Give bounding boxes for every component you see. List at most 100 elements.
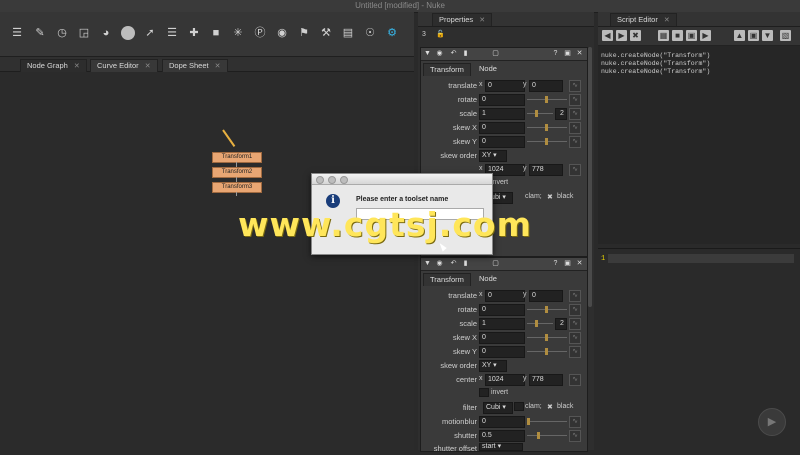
curve-icon[interactable]: ∿ [569, 374, 581, 386]
toolsets-icon[interactable]: ☰ [10, 26, 24, 40]
tab-transform[interactable]: Transform [423, 63, 471, 76]
revert-icon[interactable]: ↶ [449, 49, 458, 58]
close-icon[interactable]: ✕ [575, 49, 584, 58]
skewx-slider[interactable] [527, 124, 567, 131]
curve-icon[interactable]: ∿ [569, 332, 581, 344]
skewx-slider[interactable] [527, 334, 567, 341]
node-color-icon[interactable]: ▮ [461, 259, 470, 268]
keyer-icon[interactable]: ➚ [143, 26, 157, 40]
curve-icon[interactable]: ∿ [569, 346, 581, 358]
translate-x-field[interactable]: 0 [485, 290, 525, 302]
rotate-slider[interactable] [527, 306, 567, 313]
skewx-field[interactable]: 0 [479, 122, 525, 134]
metadata-icon[interactable]: ⚑ [297, 26, 311, 40]
close-icon[interactable]: ✕ [145, 63, 151, 70]
time-icon[interactable]: ◷ [55, 26, 69, 40]
viewer-icon[interactable]: ◉ [435, 259, 444, 268]
transform-icon[interactable]: ✚ [187, 26, 201, 40]
node-graph[interactable]: Transform1 Transform2 Transform3 [0, 72, 414, 450]
float-icon[interactable]: ▢ [491, 259, 500, 268]
skewy-field[interactable]: 0 [479, 346, 525, 358]
show-input-icon[interactable]: ▲ [734, 30, 745, 41]
merge-icon[interactable]: ☰ [165, 26, 179, 40]
invert-checkbox[interactable] [479, 388, 489, 397]
center-y-field[interactable]: 778 [529, 374, 563, 386]
skewy-slider[interactable] [527, 348, 567, 355]
node-transform1[interactable]: Transform1 [212, 152, 262, 163]
properties-scrollbar[interactable] [588, 47, 592, 307]
collapse-icon[interactable]: ▼ [423, 49, 432, 58]
curve-icon[interactable]: ∿ [569, 80, 581, 92]
furnace-icon[interactable]: ▤ [341, 26, 355, 40]
tab-node[interactable]: Node [473, 273, 503, 285]
curve-icon[interactable]: ∿ [569, 94, 581, 106]
tab-transform[interactable]: Transform [423, 273, 471, 286]
scale-split-button[interactable]: 2 [555, 108, 567, 120]
views-icon[interactable]: ◉ [275, 26, 289, 40]
close-icon[interactable]: ✕ [215, 63, 221, 70]
curve-icon[interactable]: ∿ [569, 318, 581, 330]
rotate-field[interactable]: 0 [479, 304, 525, 316]
tab-node[interactable]: Node [473, 63, 503, 75]
close-icon[interactable]: ✕ [74, 63, 80, 70]
shutter-slider[interactable] [527, 432, 567, 439]
curve-icon[interactable]: ∿ [569, 430, 581, 442]
filter-icon[interactable] [121, 26, 135, 40]
next-script-icon[interactable]: ▶ [616, 30, 627, 41]
translate-x-field[interactable]: 0 [485, 80, 525, 92]
3d-icon[interactable]: ■ [209, 26, 223, 40]
curve-icon[interactable]: ∿ [569, 136, 581, 148]
clear-history-icon[interactable]: ✖ [630, 30, 641, 41]
max-panels-count[interactable]: 3 [422, 31, 426, 38]
scale-slider[interactable] [527, 110, 553, 117]
collapse-icon[interactable]: ▼ [423, 259, 432, 268]
float-panel-icon[interactable]: ▣ [563, 259, 572, 268]
curve-icon[interactable]: ∿ [569, 108, 581, 120]
lock-icon[interactable]: 🔓 [436, 30, 445, 38]
float-icon[interactable]: ▢ [491, 49, 500, 58]
close-icon[interactable]: ✕ [575, 259, 584, 268]
channel-icon[interactable]: ◲ [77, 26, 91, 40]
rotate-slider[interactable] [527, 96, 567, 103]
shutter-field[interactable]: 0.5 [479, 430, 525, 442]
color-icon[interactable]: ◕ [99, 26, 113, 40]
curve-icon[interactable]: ∿ [569, 304, 581, 316]
scale-field[interactable]: 1 [479, 318, 525, 330]
help-icon[interactable]: ? [551, 49, 560, 58]
particles-icon[interactable]: ✳ [231, 26, 245, 40]
curve-icon[interactable]: ∿ [569, 416, 581, 428]
tab-dope-sheet[interactable]: Dope Sheet ✕ [162, 59, 228, 72]
draw-icon[interactable]: ✎ [33, 26, 47, 40]
save-script-icon[interactable]: ▣ [686, 30, 697, 41]
close-icon[interactable]: ✕ [664, 17, 670, 24]
float-panel-icon[interactable]: ▣ [563, 49, 572, 58]
center-y-field[interactable]: 778 [529, 164, 563, 176]
tab-node-graph[interactable]: Node Graph ✕ [20, 59, 87, 72]
show-output-icon[interactable]: ▣ [748, 30, 759, 41]
source-script-icon[interactable]: ▦ [658, 30, 669, 41]
close-icon[interactable]: ✕ [479, 17, 485, 24]
rotate-field[interactable]: 0 [479, 94, 525, 106]
black-outside-checkbox[interactable]: ✖ [547, 403, 553, 411]
other-icon[interactable]: ⚒ [319, 26, 333, 40]
nukex-icon[interactable]: ☉ [363, 26, 377, 40]
curve-icon[interactable]: ∿ [569, 290, 581, 302]
script-output[interactable]: nuke.createNode("Transform") nuke.create… [598, 46, 800, 244]
curve-icon[interactable]: ∿ [569, 164, 581, 176]
node-transform2[interactable]: Transform2 [212, 167, 262, 178]
revert-icon[interactable]: ↶ [449, 259, 458, 268]
node-transform3[interactable]: Transform3 [212, 182, 262, 193]
center-x-field[interactable]: 1024 [485, 374, 525, 386]
skewy-slider[interactable] [527, 138, 567, 145]
scale-slider[interactable] [527, 320, 553, 327]
load-script-icon[interactable]: ■ [672, 30, 683, 41]
translate-y-field[interactable]: 0 [529, 290, 563, 302]
minimize-dot-icon[interactable] [328, 176, 336, 184]
filter-select[interactable]: Cubi ▾ [483, 402, 513, 414]
show-both-icon[interactable]: ▼ [762, 30, 773, 41]
black-outside-checkbox[interactable]: ✖ [547, 193, 553, 201]
scale-split-button[interactable]: 2 [555, 318, 567, 330]
clear-output-icon[interactable]: ▧ [780, 30, 791, 41]
help-icon[interactable]: ? [551, 259, 560, 268]
skewx-field[interactable]: 0 [479, 332, 525, 344]
